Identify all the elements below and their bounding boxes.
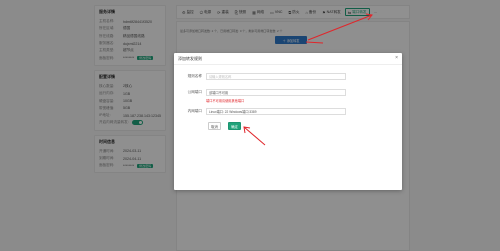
private-port-row: 内网端口 Linux端口: 22 Windows端口:3389 <box>180 108 346 115</box>
cancel-button[interactable]: 取消 <box>208 122 221 130</box>
add-forward-dialog: 添加转发规则 × 规则名称 请输入规则名称 公网端口 该端口不可用 端口不可用请… <box>174 53 402 190</box>
close-icon[interactable]: × <box>395 56 398 61</box>
confirm-button[interactable]: 确定 <box>228 122 241 130</box>
public-port-input[interactable]: 该端口不可用 <box>206 89 346 96</box>
public-port-row: 公网端口 该端口不可用 <box>180 89 346 96</box>
dialog-header: 添加转发规则 × <box>174 53 402 65</box>
private-port-input[interactable]: Linux端口: 22 Windows端口:3389 <box>206 108 346 115</box>
rule-name-label: 规则名称 <box>187 74 202 78</box>
private-port-label: 内网端口 <box>187 109 202 113</box>
public-port-error: 端口不可用请使用其他端口 <box>206 99 245 103</box>
public-port-label: 公网端口 <box>187 90 202 94</box>
rule-name-input[interactable]: 请输入规则名称 <box>206 73 346 80</box>
dialog-title: 添加转发规则 <box>178 55 202 61</box>
rule-name-row: 规则名称 请输入规则名称 <box>180 73 346 80</box>
